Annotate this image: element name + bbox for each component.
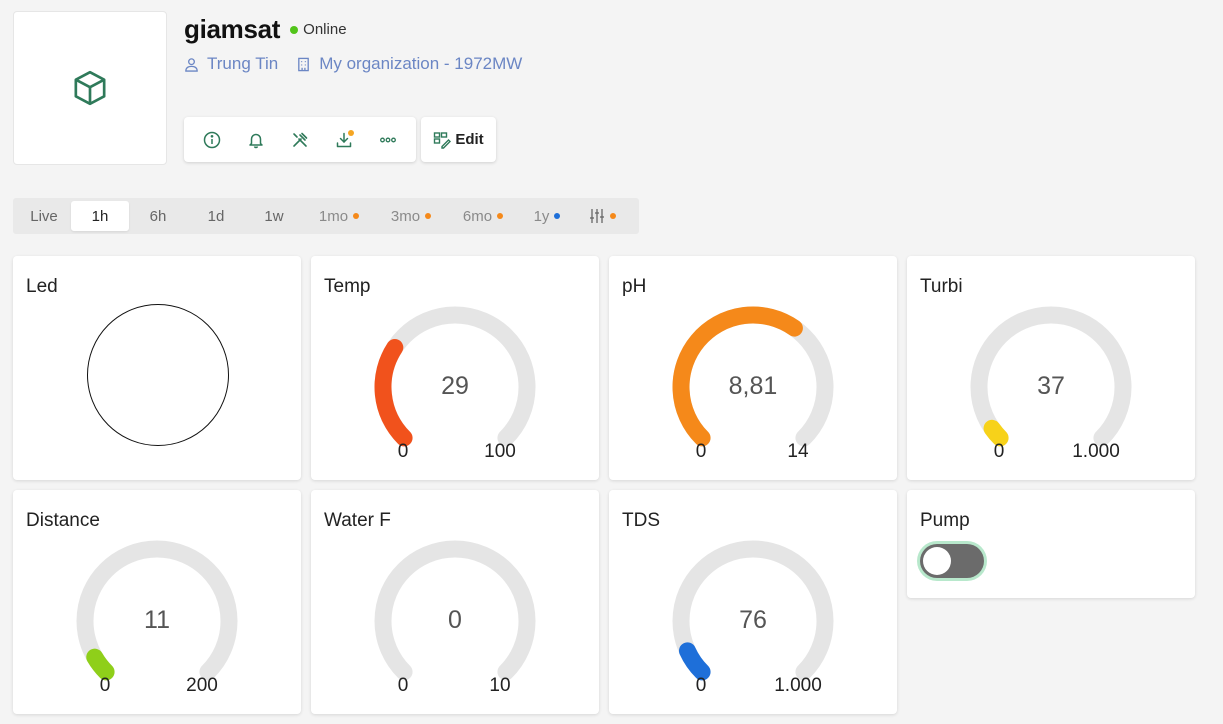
- time-option-6mo[interactable]: 6mo: [447, 201, 519, 231]
- gauge-max-label: 1.000: [774, 675, 822, 696]
- gauge-min-label: 0: [993, 441, 1005, 462]
- time-option-1w[interactable]: 1w: [245, 201, 303, 231]
- option-dot: [425, 213, 432, 219]
- owner-link[interactable]: Trung Tin: [184, 54, 278, 74]
- widget-pump: Pump: [907, 490, 1195, 598]
- time-option-1mo[interactable]: 1mo: [303, 201, 375, 231]
- widget-led[interactable]: Led: [13, 256, 301, 480]
- time-option-6h[interactable]: 6h: [129, 201, 187, 231]
- tools-icon: [293, 132, 308, 147]
- gauge-value: 29: [441, 372, 469, 400]
- device-toolbar: [184, 117, 416, 162]
- time-range-selector: Live 1h 6h 1d 1w 1mo 3mo 6mo 1y: [13, 198, 639, 234]
- gauge-max-label: 1.000: [1072, 441, 1120, 462]
- edit-button[interactable]: Edit: [421, 117, 496, 162]
- sliders-icon: [589, 209, 604, 223]
- bell-icon: [249, 133, 263, 148]
- edit-dashboard-icon: [434, 131, 452, 149]
- download-button[interactable]: [322, 122, 366, 158]
- building-icon: [298, 57, 310, 71]
- gauge-max-label: 200: [186, 675, 218, 696]
- online-dot: [290, 25, 299, 34]
- pump-toggle[interactable]: [920, 544, 984, 578]
- time-option-label: 1h: [91, 207, 109, 225]
- info-icon: [203, 131, 221, 148]
- gauge-min-label: 0: [695, 675, 707, 696]
- widget-water-flow[interactable]: Water F 0 0 10: [311, 490, 599, 714]
- time-option-label: 1w: [264, 207, 284, 225]
- widget-title: Water F: [324, 510, 391, 531]
- edit-label: Edit: [455, 131, 484, 148]
- gauge-value: 76: [739, 606, 767, 634]
- widget-title: Led: [26, 276, 58, 297]
- time-option-1y[interactable]: 1y: [519, 201, 575, 231]
- gauge-value: 11: [144, 606, 170, 634]
- time-option-1d[interactable]: 1d: [187, 201, 245, 231]
- option-dot: [554, 213, 561, 219]
- option-dot: [353, 213, 360, 219]
- status-text: Online: [303, 21, 347, 38]
- status-badge: Online: [290, 21, 347, 38]
- gauge-max-label: 10: [489, 675, 511, 696]
- tools-button[interactable]: [278, 122, 322, 158]
- more-icon: [380, 137, 396, 142]
- time-option-label: 1d: [207, 207, 225, 225]
- gauge-value-arc: [86, 648, 115, 681]
- time-option-label: 1mo: [318, 207, 349, 225]
- organization-link[interactable]: My organization - 1972MW: [296, 54, 522, 74]
- widget-ph[interactable]: pH 8,81 0 14: [609, 256, 897, 480]
- gauge-value: 0: [448, 606, 462, 634]
- gauge-value-arc: [983, 419, 1009, 447]
- time-option-label: 6mo: [462, 207, 493, 225]
- device-title: giamsat: [184, 14, 281, 44]
- cube-icon: [74, 70, 106, 106]
- device-meta: Trung Tin My organization - 1972MW: [184, 54, 540, 74]
- widget-distance[interactable]: Distance 11 0 200: [13, 490, 301, 714]
- more-button[interactable]: [366, 122, 410, 158]
- gauge-value-arc: [678, 642, 711, 681]
- time-option-1h[interactable]: 1h: [71, 201, 129, 231]
- gauge-min-label: 0: [397, 675, 409, 696]
- led-indicator: [87, 304, 229, 446]
- option-dot: [609, 213, 616, 219]
- time-option-label: 6h: [149, 207, 167, 225]
- widget-temp[interactable]: Temp 29 0 100: [311, 256, 599, 480]
- gauge-min-label: 0: [397, 441, 409, 462]
- user-icon: [185, 57, 198, 72]
- widget-title: Distance: [26, 510, 100, 531]
- download-badge: [348, 129, 354, 136]
- gauge-min-label: 0: [695, 441, 707, 462]
- info-button[interactable]: [190, 122, 234, 158]
- gauge-max-label: 100: [484, 441, 516, 462]
- custom-range-button[interactable]: [575, 201, 629, 231]
- time-option-live[interactable]: Live: [17, 201, 71, 231]
- widget-title: pH: [622, 276, 647, 297]
- widget-turbi[interactable]: Turbi 37 0 1.000: [907, 256, 1195, 480]
- widget-title: TDS: [622, 510, 660, 531]
- notifications-button[interactable]: [234, 122, 278, 158]
- gauge-max-label: 14: [787, 441, 809, 462]
- organization-name: My organization - 1972MW: [319, 54, 523, 73]
- widget-title: Pump: [920, 510, 970, 531]
- gauge-value: 37: [1037, 372, 1065, 400]
- gauge-min-label: 0: [99, 675, 111, 696]
- owner-name: Trung Tin: [207, 54, 279, 73]
- widget-tds[interactable]: TDS 76 0 1.000: [609, 490, 897, 714]
- time-option-label: 1y: [533, 207, 550, 225]
- time-option-label: Live: [30, 207, 58, 225]
- time-option-3mo[interactable]: 3mo: [375, 201, 447, 231]
- toggle-knob: [923, 547, 951, 575]
- gauge-chart: [672, 306, 834, 447]
- option-dot: [497, 213, 504, 219]
- device-header: giamsat Online: [184, 14, 347, 45]
- widget-title: Temp: [324, 276, 371, 297]
- time-option-label: 3mo: [390, 207, 421, 225]
- gauge-value: 8,81: [728, 372, 778, 400]
- widget-title: Turbi: [920, 276, 963, 297]
- device-thumbnail: [13, 11, 167, 165]
